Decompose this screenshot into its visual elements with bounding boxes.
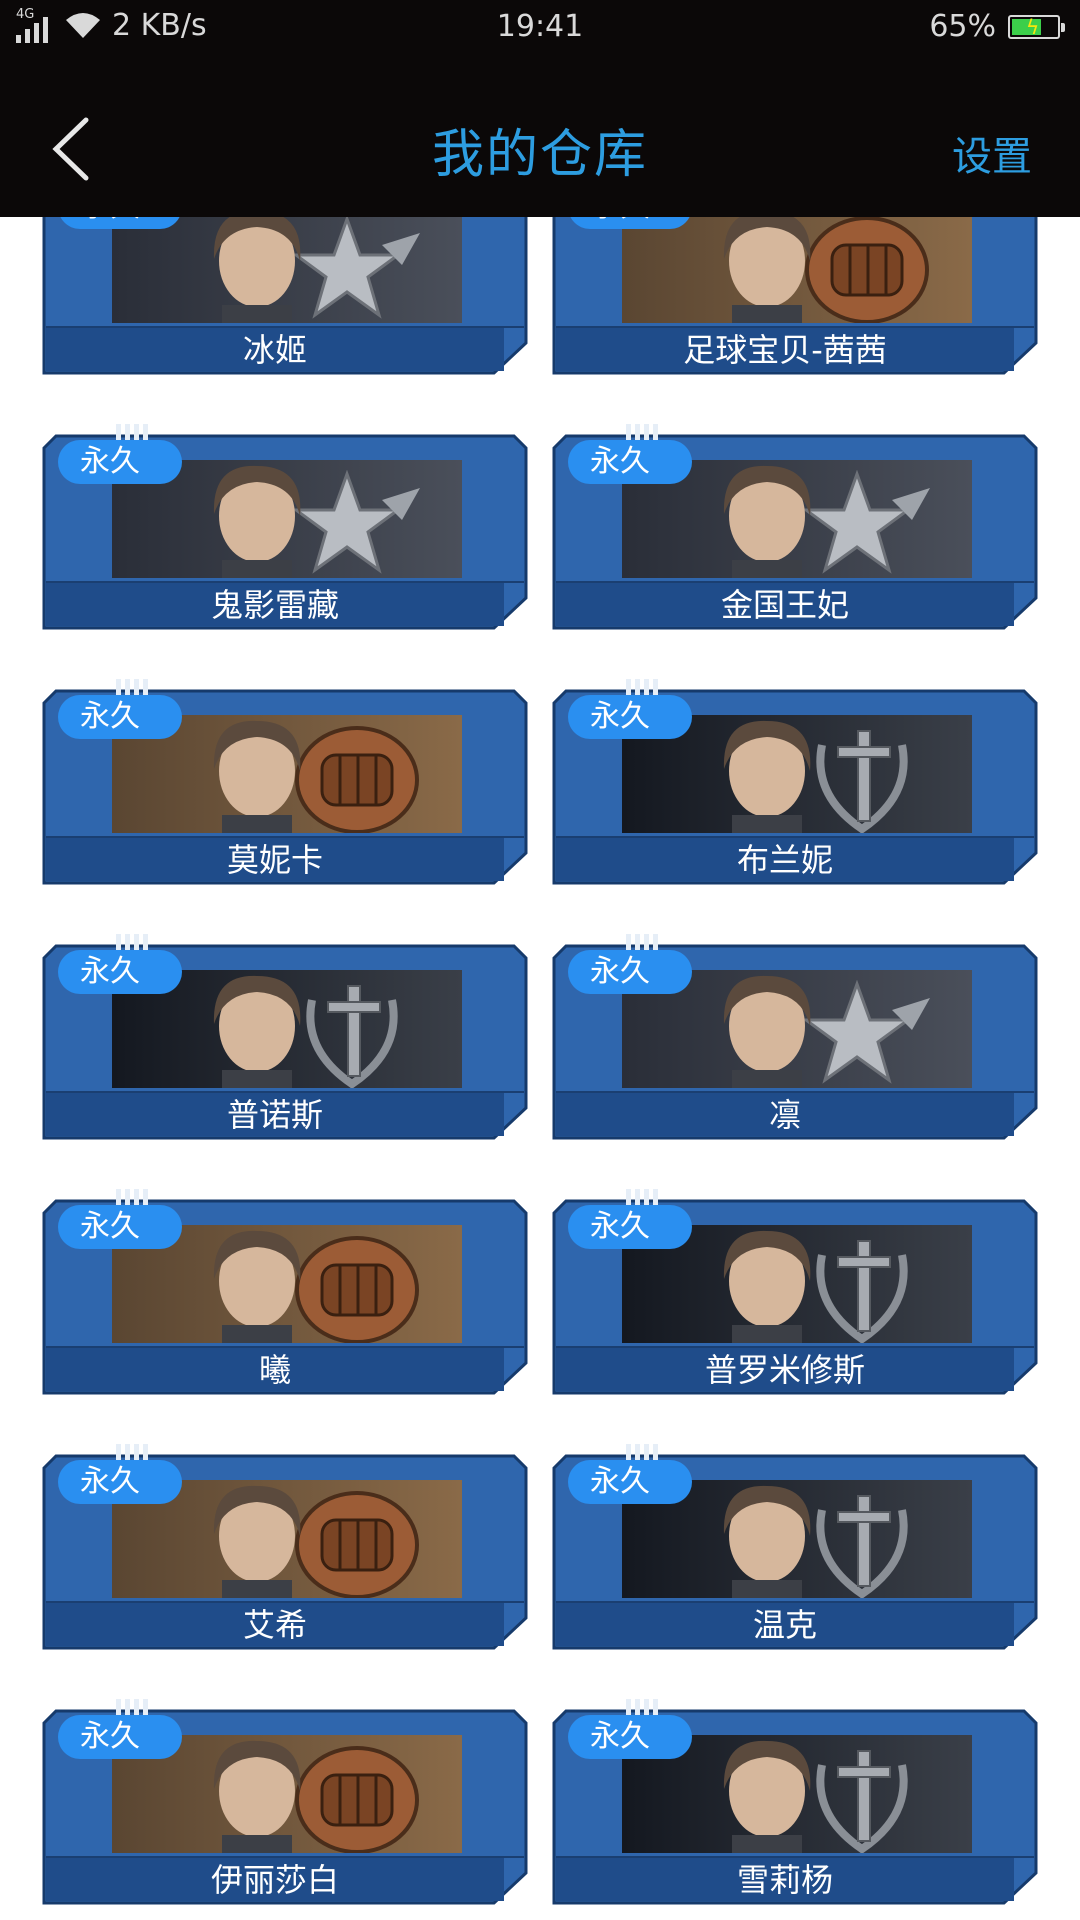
tick-marks	[116, 1189, 148, 1205]
character-card[interactable]: 永久普诺斯	[42, 934, 528, 1140]
character-face	[692, 217, 842, 323]
character-card[interactable]: 永久冰姬	[42, 217, 528, 375]
tick-marks	[626, 1444, 658, 1460]
character-card[interactable]: 永久艾希	[42, 1444, 528, 1650]
character-face	[182, 974, 332, 1088]
permanent-badge: 永久	[568, 950, 692, 994]
character-name: 伊丽莎白	[210, 1861, 339, 1899]
character-card[interactable]: 永久温克	[552, 1444, 1038, 1650]
character-face	[692, 719, 842, 833]
character-name: 普诺斯	[226, 1096, 323, 1134]
permanent-badge: 永久	[568, 1205, 692, 1249]
permanent-badge: 永久	[58, 1460, 182, 1504]
character-card[interactable]: 永久鬼影雷藏	[42, 424, 528, 630]
battery-icon: ϟ	[1008, 14, 1065, 39]
nav-bar: 我的仓库 设置	[0, 54, 1080, 217]
permanent-badge: 永久	[58, 950, 182, 994]
tick-marks	[116, 934, 148, 950]
tick-marks	[626, 1189, 658, 1205]
character-face	[692, 1229, 842, 1343]
character-name: 艾希	[242, 1606, 307, 1644]
character-name: 温克	[752, 1606, 817, 1644]
character-card[interactable]: 永久金国王妃	[552, 424, 1038, 630]
character-face	[692, 1484, 842, 1598]
tick-marks	[626, 679, 658, 695]
character-card[interactable]: 永久足球宝贝-茜茜	[552, 217, 1038, 375]
character-name: 凛	[768, 1096, 801, 1134]
character-face	[692, 974, 842, 1088]
clock: 19:41	[496, 9, 584, 44]
tick-marks	[116, 424, 148, 440]
character-name: 莫妮卡	[226, 841, 323, 879]
permanent-badge: 永久	[568, 1460, 692, 1504]
character-face	[692, 464, 842, 578]
character-name: 冰姬	[242, 331, 307, 369]
status-right: 65% ϟ	[929, 9, 1065, 44]
character-portrait	[622, 217, 972, 323]
character-name: 足球宝贝-茜茜	[683, 331, 887, 369]
character-card[interactable]: 永久布兰妮	[552, 679, 1038, 885]
status-bar: 4G 2 KB/s 19:41 65% ϟ	[0, 0, 1080, 54]
character-card[interactable]: 永久曦	[42, 1189, 528, 1395]
page-title: 我的仓库	[431, 125, 648, 185]
character-name: 普罗米修斯	[704, 1351, 865, 1389]
battery-percent: 65%	[929, 9, 996, 44]
character-face	[182, 719, 332, 833]
character-card[interactable]: 永久凛	[552, 934, 1038, 1140]
permanent-badge: 永久	[58, 1205, 182, 1249]
settings-button[interactable]: 设置	[952, 124, 1032, 182]
character-name: 雪莉杨	[736, 1861, 833, 1899]
character-face	[182, 464, 332, 578]
character-name: 曦	[258, 1351, 291, 1389]
warehouse-grid: 永久冰姬永久足球宝贝-茜茜永久鬼影雷藏永久金国王妃永久莫妮卡永久布兰妮永久普诺斯…	[0, 217, 1080, 1920]
character-face	[182, 1229, 332, 1343]
permanent-badge: 永久	[568, 695, 692, 739]
character-card[interactable]: 永久雪莉杨	[552, 1699, 1038, 1905]
character-card[interactable]: 永久普罗米修斯	[552, 1189, 1038, 1395]
character-name: 鬼影雷藏	[210, 586, 339, 624]
tick-marks	[626, 424, 658, 440]
character-card[interactable]: 永久莫妮卡	[42, 679, 528, 885]
tick-marks	[626, 934, 658, 950]
character-face	[182, 217, 332, 323]
character-face	[182, 1739, 332, 1853]
character-name: 布兰妮	[736, 841, 833, 879]
charging-bolt-icon: ϟ	[1026, 14, 1040, 39]
character-face	[692, 1739, 842, 1853]
permanent-badge: 永久	[58, 695, 182, 739]
permanent-badge: 永久	[58, 217, 182, 229]
tick-marks	[116, 679, 148, 695]
tick-marks	[116, 1444, 148, 1460]
tick-marks	[116, 1699, 148, 1715]
permanent-badge: 永久	[568, 440, 692, 484]
character-face	[182, 1484, 332, 1598]
permanent-badge: 永久	[568, 1715, 692, 1759]
permanent-badge: 永久	[58, 440, 182, 484]
character-name: 金国王妃	[720, 586, 849, 624]
permanent-badge: 永久	[568, 217, 692, 229]
character-card[interactable]: 永久伊丽莎白	[42, 1699, 528, 1905]
tick-marks	[626, 1699, 658, 1715]
permanent-badge: 永久	[58, 1715, 182, 1759]
character-portrait	[112, 217, 462, 323]
